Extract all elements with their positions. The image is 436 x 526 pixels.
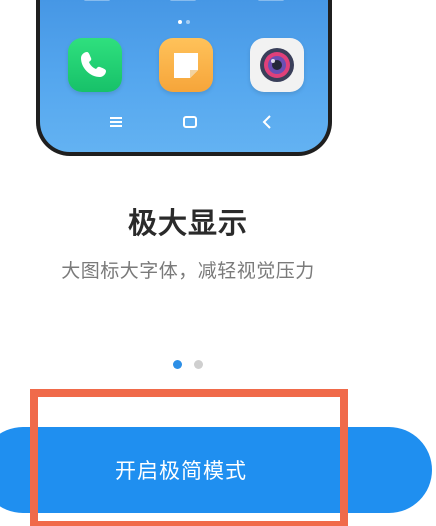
- feature-subtitle: 大图标大字体，减轻视觉压力: [61, 260, 315, 282]
- notes-icon: [159, 38, 213, 92]
- camera-icon: [250, 38, 304, 92]
- feature-title: 极大显示: [127, 206, 248, 240]
- carousel-indicator: [0, 360, 376, 369]
- carousel-dot-active[interactable]: [173, 360, 182, 369]
- onboarding-screen: 极大显示 大图标大字体，减轻视觉压力 开启极简模式: [0, 0, 436, 526]
- phone-mockup: [36, 0, 332, 156]
- app-icon-row: [68, 38, 304, 92]
- carousel-dot[interactable]: [194, 360, 203, 369]
- phone-icon: [68, 38, 122, 92]
- back-icon: [258, 112, 278, 132]
- phone-screen: [40, 0, 328, 152]
- enable-simple-mode-button[interactable]: 开启极简模式: [0, 427, 432, 513]
- home-page-indicator: [40, 20, 328, 24]
- menu-icon: [106, 112, 126, 132]
- home-icon: [180, 112, 200, 132]
- phone-nav-bar: [40, 112, 328, 132]
- status-bar: [40, 0, 328, 6]
